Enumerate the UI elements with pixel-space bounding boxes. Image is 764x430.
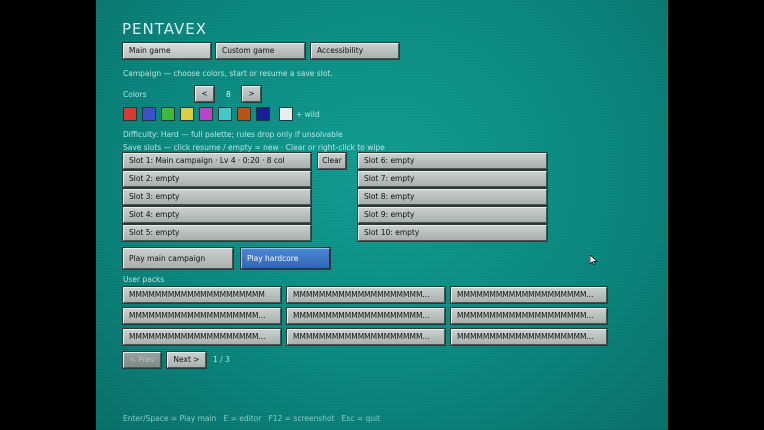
user-pack-7[interactable]: MMMMMMMMMMMMMMMMMMMM... <box>123 329 281 345</box>
color-swatch-7 <box>237 107 251 121</box>
tab-accessibility[interactable]: Accessibility <box>311 43 399 59</box>
prev-page-button[interactable]: < Prev <box>123 352 161 368</box>
save-slot-1[interactable]: Slot 1: Main campaign · Lv 4 · 0:20 · 8 … <box>123 153 311 169</box>
save-slot-10[interactable]: Slot 10: empty <box>358 225 547 241</box>
save-slot-7[interactable]: Slot 7: empty <box>358 171 547 187</box>
color-swatch-1 <box>123 107 137 121</box>
wild-swatch <box>279 107 293 121</box>
color-swatch-5 <box>199 107 213 121</box>
colors-decrement-button[interactable]: < <box>195 86 214 102</box>
color-swatch-8 <box>256 107 270 121</box>
subtitle: Campaign — choose colors, start or resum… <box>123 69 333 78</box>
save-slot-4[interactable]: Slot 4: empty <box>123 207 311 223</box>
mouse-cursor-icon <box>590 255 598 265</box>
wild-label: + wild <box>296 110 320 119</box>
save-slot-5[interactable]: Slot 5: empty <box>123 225 311 241</box>
tab-custom-game[interactable]: Custom game <box>216 43 305 59</box>
user-pack-3[interactable]: MMMMMMMMMMMMMMMMMMMM... <box>451 287 607 303</box>
user-packs-label: User packs <box>123 275 165 284</box>
user-pack-6[interactable]: MMMMMMMMMMMMMMMMMMMM... <box>451 308 607 324</box>
colors-count: 8 <box>226 90 231 99</box>
game-screen: PENTAVEX Main game Custom game Accessibi… <box>96 0 668 430</box>
color-swatch-2 <box>142 107 156 121</box>
colors-label: Colors <box>123 90 147 99</box>
save-slot-6[interactable]: Slot 6: empty <box>358 153 547 169</box>
play-main-campaign-button[interactable]: Play main campaign <box>123 248 233 269</box>
user-pack-1[interactable]: MMMMMMMMMMMMMMMMMMMMM <box>123 287 281 303</box>
save-slot-2[interactable]: Slot 2: empty <box>123 171 311 187</box>
save-slots-hint: Save slots — click resume / empty = new … <box>123 143 385 152</box>
user-pack-5[interactable]: MMMMMMMMMMMMMMMMMMMM... <box>287 308 445 324</box>
tab-main-game[interactable]: Main game <box>123 43 211 59</box>
user-pack-4[interactable]: MMMMMMMMMMMMMMMMMMMM... <box>123 308 281 324</box>
colors-increment-button[interactable]: > <box>242 86 261 102</box>
user-pack-8[interactable]: MMMMMMMMMMMMMMMMMMMM... <box>287 329 445 345</box>
next-page-button[interactable]: Next > <box>167 352 206 368</box>
keyboard-hint-footer: Enter/Space = Play main E = editor F12 =… <box>123 414 381 423</box>
color-swatch-3 <box>161 107 175 121</box>
user-pack-2[interactable]: MMMMMMMMMMMMMMMMMMMM... <box>287 287 445 303</box>
clear-slot-button[interactable]: Clear <box>318 153 346 169</box>
page-indicator: 1 / 3 <box>213 355 230 364</box>
play-hardcore-button[interactable]: Play hardcore <box>241 248 330 269</box>
save-slot-3[interactable]: Slot 3: empty <box>123 189 311 205</box>
color-swatch-4 <box>180 107 194 121</box>
game-title: PENTAVEX <box>122 20 208 38</box>
save-slot-9[interactable]: Slot 9: empty <box>358 207 547 223</box>
user-pack-9[interactable]: MMMMMMMMMMMMMMMMMMMM... <box>451 329 607 345</box>
color-swatch-6 <box>218 107 232 121</box>
difficulty-text: Difficulty: Hard — full palette; rules d… <box>123 130 343 139</box>
save-slot-8[interactable]: Slot 8: empty <box>358 189 547 205</box>
